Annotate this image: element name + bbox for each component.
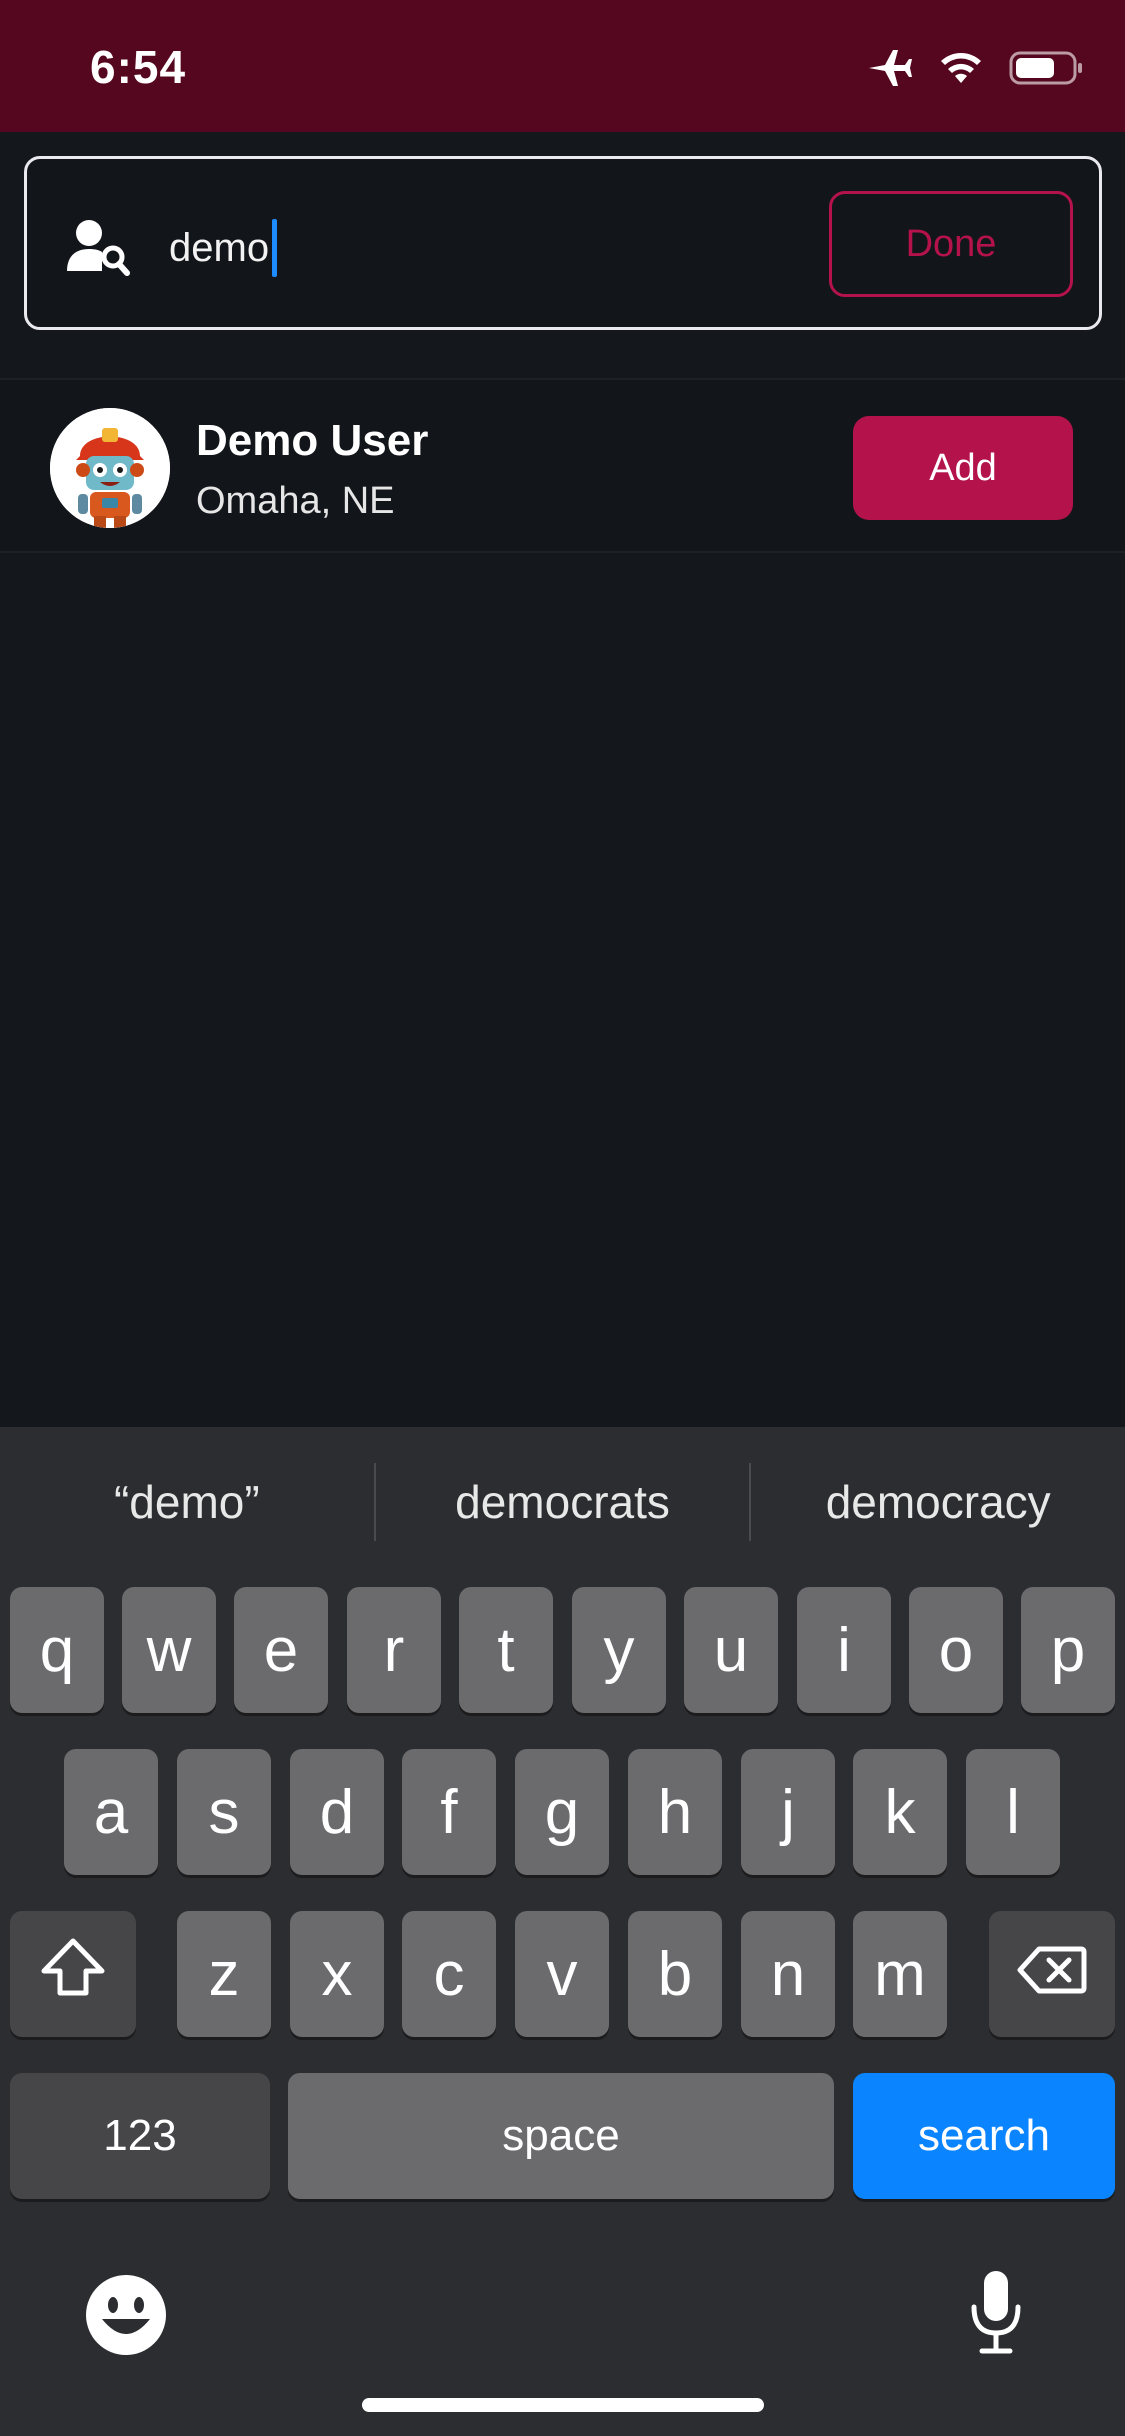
key-a[interactable]: a	[64, 1749, 158, 1875]
shift-key[interactable]	[10, 1911, 136, 2037]
search-input[interactable]: demo	[169, 219, 278, 277]
key-f[interactable]: f	[402, 1749, 496, 1875]
key-t[interactable]: t	[459, 1587, 553, 1713]
key-g[interactable]: g	[515, 1749, 609, 1875]
key-u[interactable]: u	[684, 1587, 778, 1713]
battery-icon	[1009, 49, 1085, 87]
user-location: Omaha, NE	[196, 480, 395, 522]
key-e[interactable]: e	[234, 1587, 328, 1713]
result-row[interactable]: Demo User Omaha, NE Add	[0, 378, 1125, 553]
key-v[interactable]: v	[515, 1911, 609, 2037]
numbers-key[interactable]: 123	[10, 2073, 270, 2199]
key-s[interactable]: s	[177, 1749, 271, 1875]
suggestion-item[interactable]: “demo”	[0, 1475, 374, 1529]
key-b[interactable]: b	[628, 1911, 722, 2037]
key-i[interactable]: i	[797, 1587, 891, 1713]
key-c[interactable]: c	[402, 1911, 496, 2037]
backspace-icon	[1017, 1939, 1087, 2010]
key-r[interactable]: r	[347, 1587, 441, 1713]
suggestion-item[interactable]: democracy	[751, 1475, 1125, 1529]
key-j[interactable]: j	[741, 1749, 835, 1875]
done-button[interactable]: Done	[829, 191, 1073, 297]
status-time: 6:54	[90, 41, 187, 93]
key-x[interactable]: x	[290, 1911, 384, 2037]
key-n[interactable]: n	[741, 1911, 835, 2037]
suggestion-bar: “demo” democrats democracy	[0, 1427, 1125, 1577]
status-bar: 6:54	[0, 0, 1125, 132]
search-box: demo Done	[24, 156, 1102, 330]
key-z[interactable]: z	[177, 1911, 271, 2037]
home-indicator[interactable]	[362, 2398, 764, 2412]
search-input-text: demo	[169, 225, 270, 270]
wifi-icon	[939, 51, 983, 85]
microphone-icon[interactable]	[966, 2267, 1026, 2362]
key-k[interactable]: k	[853, 1749, 947, 1875]
key-o[interactable]: o	[909, 1587, 1003, 1713]
user-name: Demo User	[196, 416, 429, 465]
keyboard: “demo” democrats democracy q w e r t y u…	[0, 1427, 1125, 2436]
key-d[interactable]: d	[290, 1749, 384, 1875]
key-q[interactable]: q	[10, 1587, 104, 1713]
text-caret	[272, 219, 278, 277]
backspace-key[interactable]	[989, 1911, 1115, 2037]
suggestion-item[interactable]: democrats	[376, 1475, 750, 1529]
add-button[interactable]: Add	[853, 416, 1073, 520]
key-h[interactable]: h	[628, 1749, 722, 1875]
key-l[interactable]: l	[966, 1749, 1060, 1875]
search-key[interactable]: search	[853, 2073, 1115, 2199]
key-m[interactable]: m	[853, 1911, 947, 2037]
key-w[interactable]: w	[122, 1587, 216, 1713]
airplane-icon	[867, 48, 913, 88]
screen: 6:54 demo Done Demo User Omaha, NE Add “…	[0, 0, 1125, 2436]
shift-icon	[40, 1937, 106, 2012]
avatar	[50, 408, 170, 528]
emoji-icon[interactable]	[84, 2273, 168, 2362]
status-icons	[867, 48, 1085, 88]
key-y[interactable]: y	[572, 1587, 666, 1713]
key-p[interactable]: p	[1021, 1587, 1115, 1713]
user-search-icon	[67, 217, 131, 282]
space-key[interactable]: space	[288, 2073, 834, 2199]
